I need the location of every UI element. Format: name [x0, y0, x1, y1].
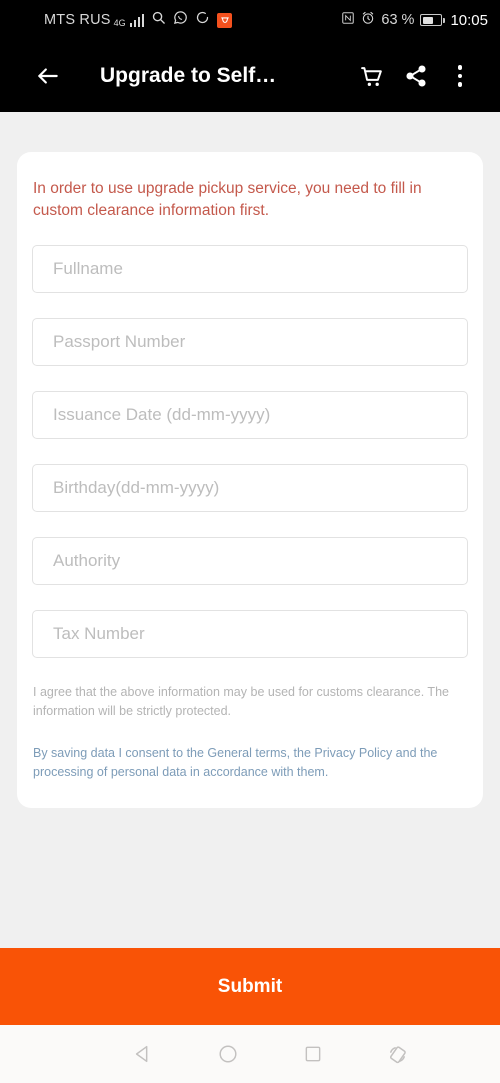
tax-number-field[interactable]: Tax Number — [32, 609, 468, 658]
circle-sync-icon — [195, 10, 210, 30]
tax-number-placeholder: Tax Number — [53, 623, 145, 643]
nav-recents-square-icon[interactable] — [289, 1030, 337, 1078]
status-bar: MTS RUS 4G 63 % 10:05 — [0, 0, 500, 40]
authority-placeholder: Authority — [53, 550, 121, 570]
battery-percent-label: 63 % — [381, 12, 415, 28]
more-vertical-icon[interactable] — [438, 54, 482, 98]
back-arrow-icon[interactable] — [26, 54, 70, 98]
alarm-clock-icon — [361, 11, 375, 30]
notice-text: In order to use upgrade pickup service, … — [33, 180, 422, 220]
content-area: In order to use upgrade pickup service, … — [0, 112, 500, 948]
submit-button[interactable]: Submit — [0, 948, 500, 1025]
share-icon[interactable] — [394, 54, 438, 98]
passport-number-field[interactable]: Passport Number — [32, 317, 468, 366]
network-type-label: 4G — [113, 18, 126, 28]
nav-home-circle-icon[interactable] — [204, 1030, 252, 1078]
carrier-label: MTS RUS — [44, 12, 111, 28]
battery-icon — [420, 14, 446, 26]
customs-clearance-card: In order to use upgrade pickup service, … — [17, 152, 483, 809]
consent-text[interactable]: By saving data I consent to the General … — [32, 744, 468, 783]
search-icon — [151, 10, 166, 30]
nfc-icon — [341, 11, 355, 30]
agreement-text: I agree that the above information may b… — [33, 684, 449, 719]
birthday-field[interactable]: Birthday(dd-mm-yyyy) — [32, 463, 468, 512]
shopping-cart-icon[interactable] — [350, 54, 394, 98]
fullname-placeholder: Fullname — [53, 258, 123, 278]
app-bar: Upgrade to Self… — [0, 40, 500, 112]
clock-label: 10:05 — [450, 11, 488, 29]
nav-rotate-screen-icon[interactable] — [374, 1030, 422, 1078]
fullname-field[interactable]: Fullname — [32, 244, 468, 293]
whatsapp-icon — [173, 10, 188, 30]
page-title: Upgrade to Self… — [100, 64, 277, 87]
android-nav-bar — [0, 1025, 500, 1083]
authority-field[interactable]: Authority — [32, 536, 468, 585]
nav-back-triangle-icon[interactable] — [119, 1030, 167, 1078]
app-badge-icon — [217, 12, 233, 28]
signal-bars-icon — [129, 13, 145, 27]
passport-number-placeholder: Passport Number — [53, 331, 186, 351]
issuance-date-field[interactable]: Issuance Date (dd-mm-yyyy) — [32, 390, 468, 439]
birthday-placeholder: Birthday(dd-mm-yyyy) — [53, 477, 220, 497]
issuance-date-placeholder: Issuance Date (dd-mm-yyyy) — [53, 404, 271, 424]
status-bar-left: MTS RUS 4G — [44, 10, 233, 30]
status-bar-right: 63 % 10:05 — [341, 11, 488, 30]
